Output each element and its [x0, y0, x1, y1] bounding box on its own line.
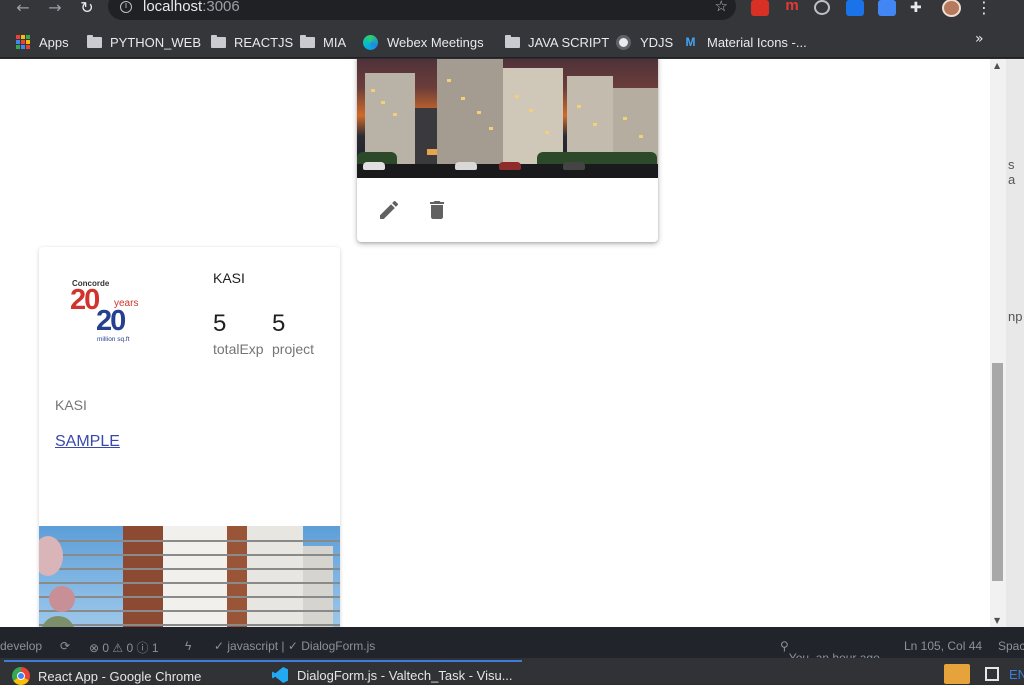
bookmarks-overflow-icon[interactable]: »	[975, 31, 984, 47]
bookmark-label: YDJS	[640, 34, 674, 50]
tower-photo	[39, 526, 340, 627]
bookmark-label: PYTHON_WEB	[110, 34, 202, 50]
git-blame[interactable]: ⚲ You, an hour ago	[780, 639, 880, 665]
address-bar[interactable]: i localhost:3006 ☆	[108, 0, 736, 20]
folder-icon	[211, 34, 226, 48]
folder-icon	[300, 34, 315, 48]
forward-icon[interactable]: →	[42, 0, 68, 18]
edit-pencil-icon[interactable]	[377, 198, 401, 222]
webex-icon	[363, 34, 378, 50]
bookmark-webex[interactable]: Webex Meetings	[363, 32, 484, 52]
card-subtitle: KASI	[55, 397, 87, 413]
bookmark-material-icons[interactable]: M Material Icons -...	[683, 32, 807, 52]
reload-icon[interactable]: ↻	[74, 0, 100, 18]
page-viewport: Concorde 20 years 20 million sq.ft KASI …	[0, 59, 1006, 627]
page-scrollbar[interactable]: ▲ ▼	[990, 59, 1006, 627]
browser-toolbar: ← → ↻ i localhost:3006 ☆ m ✚ ⋮	[0, 0, 1024, 26]
bookmark-javascript[interactable]: JAVA SCRIPT	[505, 32, 609, 52]
material-icons-icon: M	[685, 34, 696, 49]
globe-icon	[616, 34, 631, 50]
indentation-status[interactable]: Spac	[998, 639, 1024, 653]
bookmark-label: Material Icons -...	[707, 34, 807, 50]
chrome-menu-icon[interactable]: ⋮	[976, 0, 992, 17]
notes-tray-icon[interactable]	[944, 664, 970, 684]
bookmark-star-icon[interactable]: ☆	[715, 0, 728, 15]
problems-counter[interactable]: ⊗ 0 ⚠ 0 ⓘ 1	[89, 639, 159, 656]
scrollbar-thumb[interactable]	[992, 363, 1003, 581]
window-tray-icon[interactable]	[985, 667, 999, 681]
fragment-text: s a	[1008, 157, 1016, 187]
apps-grid-icon	[16, 35, 30, 49]
bookmark-reactjs[interactable]: REACTJS	[211, 32, 293, 52]
bookmark-label: JAVA SCRIPT	[528, 34, 610, 50]
back-icon[interactable]: ←	[10, 0, 36, 18]
project-card: Concorde 20 years 20 million sq.ft KASI …	[39, 247, 340, 627]
extension-m-icon[interactable]: m	[783, 0, 801, 16]
folder-icon	[505, 34, 520, 48]
bookmark-ydjs[interactable]: YDJS	[616, 32, 673, 52]
chrome-icon	[12, 667, 30, 685]
extension-target-icon[interactable]	[814, 0, 830, 15]
language-status[interactable]: ✓ javascript | ✓ DialogForm.js	[214, 639, 375, 653]
stat-value: 5	[272, 310, 286, 337]
card-actions	[357, 178, 658, 242]
extension-blue-icon[interactable]	[846, 0, 864, 16]
stat-label: project	[272, 341, 315, 357]
task-label: React App - Google Chrome	[38, 668, 202, 684]
bookmark-apps[interactable]: Apps	[16, 32, 69, 52]
sample-link[interactable]: SAMPLE	[55, 433, 120, 451]
vscode-status-bar: develop ⟳ ⊗ 0 ⚠ 0 ⓘ 1 ϟ ✓ javascript | ✓…	[0, 627, 1024, 665]
task-chrome[interactable]: React App - Google Chrome	[12, 667, 201, 685]
folder-icon	[87, 34, 102, 48]
building-photo	[357, 59, 658, 178]
company-logo: Concorde 20 years 20 million sq.ft	[70, 279, 139, 343]
extensions-puzzle-icon[interactable]: ✚	[910, 0, 928, 16]
bookmark-python-web[interactable]: PYTHON_WEB	[87, 32, 201, 52]
stat-value: 5	[213, 310, 227, 337]
card-title: KASI	[213, 270, 245, 286]
bookmarks-bar: Apps PYTHON_WEB REACTJS MIA Webex Meetin…	[0, 26, 1024, 58]
scroll-up-icon[interactable]: ▲	[994, 61, 1000, 70]
active-task-indicator	[4, 660, 522, 662]
delete-trash-icon[interactable]	[425, 198, 449, 222]
bookmark-label: MIA	[323, 34, 347, 50]
stat-project: 5 project	[272, 310, 314, 357]
background-window-strip: s a np	[1006, 59, 1024, 627]
fragment-text: np	[1008, 309, 1023, 324]
extension-icon[interactable]	[751, 0, 769, 16]
bookmark-label: Apps	[39, 34, 69, 50]
lightning-icon[interactable]: ϟ	[185, 639, 191, 653]
cursor-position[interactable]: Ln 105, Col 44	[904, 639, 982, 653]
bookmark-label: Webex Meetings	[387, 34, 484, 50]
git-branch[interactable]: develop	[0, 639, 42, 653]
sync-icon[interactable]: ⟳	[60, 639, 70, 653]
bookmark-mia[interactable]: MIA	[300, 32, 346, 52]
profile-avatar[interactable]	[942, 0, 961, 17]
extension-calendar-icon[interactable]	[878, 0, 896, 16]
stat-total-exp: 5 totalExp	[213, 310, 264, 357]
project-card-top	[357, 59, 658, 242]
task-label: DialogForm.js - Valtech_Task - Visu...	[297, 667, 513, 683]
bookmark-label: REACTJS	[234, 34, 294, 50]
scroll-down-icon[interactable]: ▼	[994, 616, 1000, 625]
vscode-icon	[272, 667, 288, 683]
url-text[interactable]: localhost:3006	[143, 0, 240, 15]
stat-label: totalExp	[213, 341, 264, 357]
language-indicator[interactable]: EN	[1009, 667, 1024, 682]
task-vscode[interactable]: DialogForm.js - Valtech_Task - Visu...	[272, 667, 513, 683]
site-info-icon[interactable]: i	[120, 1, 132, 13]
